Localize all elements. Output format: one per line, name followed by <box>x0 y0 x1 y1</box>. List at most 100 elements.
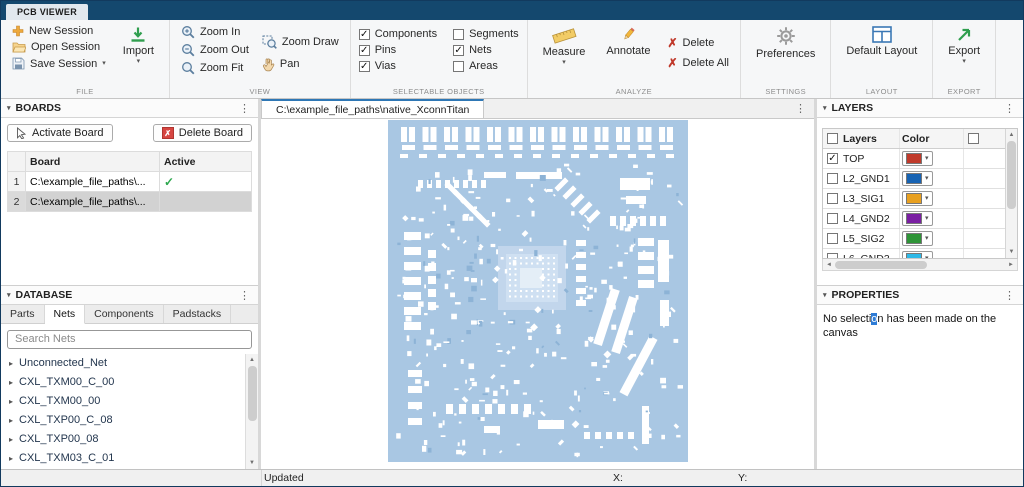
document-tab[interactable]: C:\example_file_paths\native_XconnTitan <box>261 99 484 118</box>
properties-menu-icon[interactable]: ⋮ <box>1002 289 1017 302</box>
net-name: CXL_TXM00_C_00 <box>19 376 114 388</box>
tab-padstacks[interactable]: Padstacks <box>164 305 231 323</box>
delete-all-button[interactable]: ✗ Delete All <box>664 56 732 70</box>
app-tab-pcb-viewer[interactable]: PCB VIEWER <box>6 4 88 20</box>
net-list-item[interactable]: ▸CXL_TXM00_00 <box>1 392 245 411</box>
expand-arrow-icon[interactable]: ▸ <box>9 454 13 463</box>
scrollbar-thumb[interactable] <box>835 261 927 269</box>
layer-visible-checkbox[interactable] <box>827 213 838 224</box>
net-list-item[interactable]: ▸Unconnected_Net <box>1 354 245 373</box>
layer-visible-checkbox[interactable] <box>827 233 838 244</box>
layer-visible-checkbox[interactable] <box>827 193 838 204</box>
checkbox-label: Vias <box>375 60 396 72</box>
activate-board-button[interactable]: Activate Board <box>7 124 113 142</box>
board-column-header[interactable]: Board <box>26 152 160 172</box>
annotate-pencil-icon <box>620 26 637 43</box>
selectable-segments-checkbox[interactable]: Segments <box>453 28 519 40</box>
collapse-chevron-icon[interactable]: ▾ <box>7 104 11 112</box>
expand-arrow-icon[interactable]: ▸ <box>9 416 13 425</box>
collapse-chevron-icon[interactable]: ▾ <box>7 291 11 299</box>
active-column-header[interactable]: Active <box>160 152 252 172</box>
selectable-components-checkbox[interactable]: ✓ Components <box>359 28 437 40</box>
selectable-vias-checkbox[interactable]: ✓ Vias <box>359 60 437 72</box>
open-session-button[interactable]: Open Session <box>9 40 109 54</box>
layer-visible-checkbox[interactable]: ✓ <box>827 153 838 164</box>
zoom-fit-button[interactable]: Zoom Fit <box>178 60 252 76</box>
scroll-left-icon[interactable]: ◄ <box>823 262 835 268</box>
layer-row-l4-gnd2[interactable]: L4_GND2 ▾ <box>823 209 1005 229</box>
layer-color-dropdown[interactable]: ▾ <box>902 171 933 186</box>
preferences-button[interactable]: Preferences <box>749 24 822 62</box>
layer-row-l5-sig2[interactable]: L5_SIG2 ▾ <box>823 229 1005 249</box>
expand-arrow-icon[interactable]: ▸ <box>9 397 13 406</box>
scroll-right-icon[interactable]: ► <box>1005 262 1017 268</box>
save-session-button[interactable]: Save Session ▾ <box>9 56 109 71</box>
tab-parts[interactable]: Parts <box>1 305 45 323</box>
net-list-item[interactable]: ▸ CXL_TXP00_C_08 <box>1 411 245 430</box>
net-list-item[interactable]: ▸CXL_TXP00_08 <box>1 430 245 449</box>
tabbar-menu-icon[interactable]: ⋮ <box>793 102 808 115</box>
annotate-button[interactable]: Annotate <box>599 24 657 59</box>
layer-row-l6-gnd3[interactable]: L6_GND3 ▾ <box>823 249 1005 259</box>
default-layout-button[interactable]: Default Layout <box>839 24 924 59</box>
extra-column-checkbox-icon[interactable] <box>968 133 979 144</box>
collapse-chevron-icon[interactable]: ▾ <box>823 104 827 112</box>
zoom-in-button[interactable]: Zoom In <box>178 24 252 40</box>
delete-button[interactable]: ✗ Delete <box>664 36 732 50</box>
database-scrollbar[interactable]: ▲ ▼ <box>245 354 258 470</box>
pan-button[interactable]: Pan <box>259 56 342 73</box>
layers-menu-icon[interactable]: ⋮ <box>1002 102 1017 115</box>
layer-row-l3-sig1[interactable]: L3_SIG1 ▾ <box>823 189 1005 209</box>
selectable-nets-checkbox[interactable]: ✓ Nets <box>453 44 519 56</box>
layer-color-dropdown[interactable]: ▾ <box>902 211 933 226</box>
layers-column-header: Layers <box>843 133 877 145</box>
tab-components[interactable]: Components <box>85 305 164 323</box>
scroll-down-icon[interactable]: ▼ <box>249 457 255 469</box>
expand-arrow-icon[interactable]: ▸ <box>9 378 13 387</box>
net-name: CXL_TXP00_C_08 <box>19 414 113 426</box>
layer-color-dropdown[interactable]: ▾ <box>902 151 933 166</box>
layer-visible-checkbox[interactable] <box>827 173 838 184</box>
boards-menu-icon[interactable]: ⋮ <box>237 102 252 115</box>
scroll-down-icon[interactable]: ▼ <box>1009 246 1015 258</box>
zoom-draw-button[interactable]: Zoom Draw <box>259 34 342 50</box>
message-text: No selecti <box>823 313 871 325</box>
layer-color-dropdown[interactable]: ▾ <box>902 231 933 246</box>
search-nets-input[interactable] <box>7 330 252 349</box>
new-session-button[interactable]: New Session <box>9 24 109 38</box>
zoom-out-button[interactable]: Zoom Out <box>178 42 252 58</box>
delete-board-button[interactable]: ✗ Delete Board <box>153 124 252 142</box>
selectable-pins-checkbox[interactable]: ✓ Pins <box>359 44 437 56</box>
layer-row-top[interactable]: ✓TOP ▾ <box>823 149 1005 169</box>
net-list-item[interactable]: ▸CXL_TXM03_C_01 <box>1 449 245 468</box>
scroll-up-icon[interactable]: ▲ <box>1009 129 1015 141</box>
tab-nets[interactable]: Nets <box>45 305 86 324</box>
expand-arrow-icon[interactable]: ▸ <box>9 359 13 368</box>
selectable-areas-checkbox[interactable]: Areas <box>453 60 519 72</box>
import-button[interactable]: Import ▾ <box>116 24 161 67</box>
layers-vscrollbar[interactable]: ▲ ▼ <box>1005 129 1017 258</box>
analyze-section-label: ANALYZE <box>528 87 740 96</box>
layer-color-dropdown[interactable]: ▾ <box>902 251 933 259</box>
database-panel-header: ▾ DATABASE ⋮ <box>1 286 258 305</box>
scroll-up-icon[interactable]: ▲ <box>249 354 255 366</box>
net-list-item[interactable]: ▸ CXL_TXM00_C_00 <box>1 373 245 392</box>
board-row-1[interactable]: 1 C:\example_file_paths\... ✓ <box>8 172 252 192</box>
boards-panel: ▾ BOARDS ⋮ Activate Board ✗ Delete Board <box>1 99 258 285</box>
select-all-checkbox-icon[interactable] <box>827 133 838 144</box>
scrollbar-thumb[interactable] <box>248 366 257 421</box>
board-row-2[interactable]: 2 C:\example_file_paths\... <box>8 192 252 212</box>
scrollbar-thumb[interactable] <box>1007 141 1016 209</box>
layer-row-l2-gnd1[interactable]: L2_GND1 ▾ <box>823 169 1005 189</box>
pan-hand-icon <box>262 57 275 72</box>
save-session-label: Save Session <box>30 58 97 70</box>
layer-color-dropdown[interactable]: ▾ <box>902 191 933 206</box>
board-path-cell: C:\example_file_paths\... <box>26 192 160 212</box>
layers-hscrollbar[interactable]: ◄ ► <box>822 259 1018 271</box>
expand-arrow-icon[interactable]: ▸ <box>9 435 13 444</box>
export-button[interactable]: Export ▾ <box>941 24 987 67</box>
database-menu-icon[interactable]: ⋮ <box>237 289 252 302</box>
pcb-canvas[interactable] <box>261 119 814 469</box>
collapse-chevron-icon[interactable]: ▾ <box>823 291 827 299</box>
measure-button[interactable]: Measure ▾ <box>536 24 593 68</box>
